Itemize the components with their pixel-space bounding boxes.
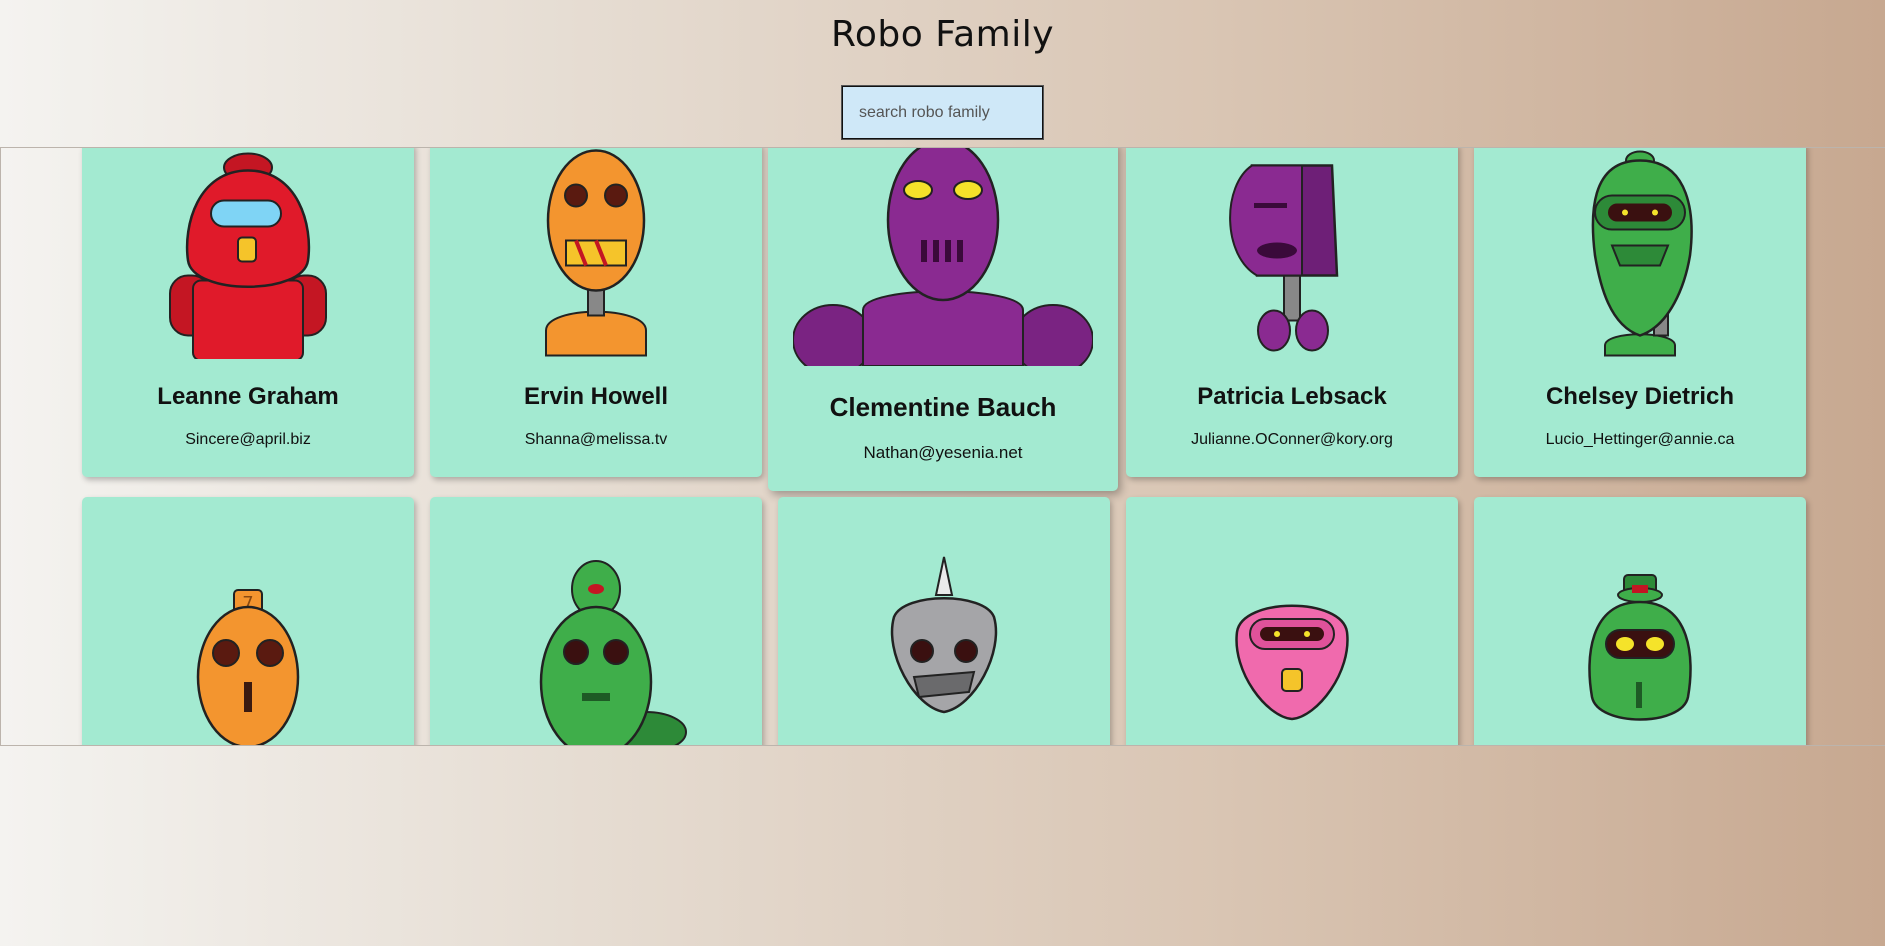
card-list[interactable]: Leanne Graham Sincere@april.biz Ervin Ho…	[0, 147, 1885, 746]
robot-card[interactable]	[1126, 497, 1458, 745]
robot-name: Chelsey Dietrich	[1545, 383, 1735, 410]
orange-robot-icon: 7	[196, 589, 300, 745]
robot-email: Nathan@yesenia.net	[863, 443, 1023, 462]
robot-card[interactable]	[1474, 497, 1806, 745]
orange-robot-icon	[545, 149, 647, 357]
robot-card[interactable]: Clementine Bauch Nathan@yesenia.net	[768, 148, 1118, 491]
robot-name: Patricia Lebsack	[1197, 383, 1387, 410]
green-robot-icon	[1588, 574, 1692, 721]
robot-card[interactable]: Chelsey Dietrich Lucio_Hettinger@annie.c…	[1474, 148, 1806, 477]
robot-name: Ervin Howell	[523, 383, 669, 410]
robot-card[interactable]	[778, 497, 1110, 745]
robot-email: Shanna@melissa.tv	[524, 431, 668, 448]
robot-email: Sincere@april.biz	[185, 431, 311, 448]
search-input[interactable]	[841, 85, 1044, 140]
gray-robot-icon	[890, 556, 998, 714]
green-robot-icon	[539, 560, 687, 745]
red-robot-icon	[169, 152, 327, 359]
robot-card[interactable]: 7	[82, 497, 414, 745]
robot-card[interactable]: Leanne Graham Sincere@april.biz	[82, 148, 414, 477]
purple-robot-icon	[793, 148, 1093, 366]
robot-name: Leanne Graham	[157, 383, 339, 410]
robot-email: Julianne.OConner@kory.org	[1191, 431, 1393, 448]
robot-card[interactable]	[430, 497, 762, 745]
robot-card[interactable]: Patricia Lebsack Julianne.OConner@kory.o…	[1126, 148, 1458, 477]
robot-card[interactable]: Ervin Howell Shanna@melissa.tv	[430, 148, 762, 477]
pink-robot-icon	[1235, 604, 1349, 721]
robot-name: Clementine Bauch	[829, 392, 1057, 422]
green-robot-icon	[1591, 150, 1693, 357]
robot-email: Lucio_Hettinger@annie.ca	[1545, 431, 1735, 448]
purple-robot-icon	[1229, 164, 1339, 352]
page-title: Robo Family	[830, 14, 1055, 55]
